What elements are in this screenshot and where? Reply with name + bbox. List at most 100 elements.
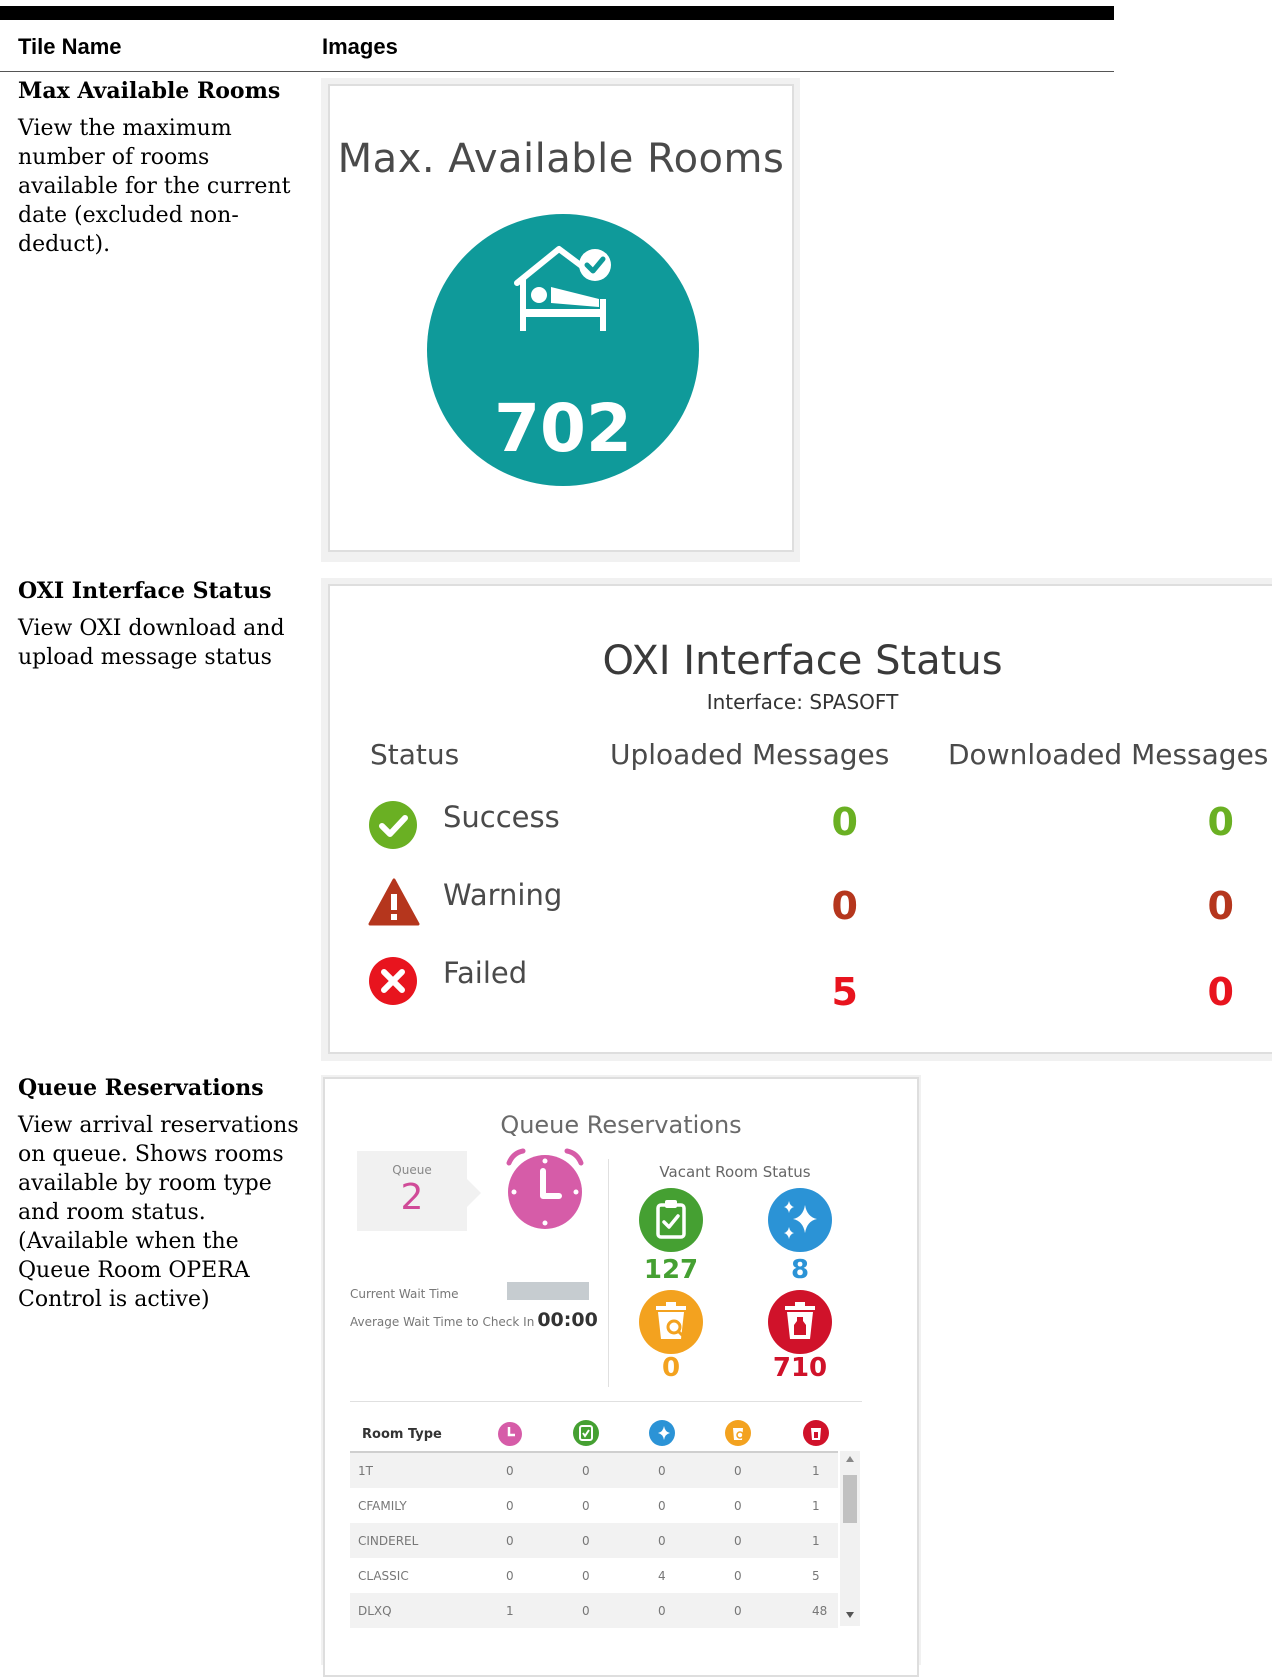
vacant-clean-count: 127 bbox=[643, 1255, 699, 1285]
column-header-images: Images bbox=[322, 34, 398, 59]
average-wait-value: 00:00 bbox=[537, 1309, 598, 1331]
current-wait-bar bbox=[507, 1282, 589, 1300]
clean-cell: 0 bbox=[582, 1569, 590, 1583]
max-rooms-value: 702 bbox=[494, 390, 632, 467]
x-circle-icon bbox=[369, 957, 417, 1005]
average-wait-label: Average Wait Time to Check In bbox=[350, 1315, 535, 1329]
queue-cell: 0 bbox=[506, 1569, 514, 1583]
success-downloaded-count: 0 bbox=[1207, 800, 1234, 844]
dirty-cell: 0 bbox=[734, 1499, 742, 1513]
column-header-tile-name: Tile Name bbox=[18, 34, 122, 59]
trash-bottle-icon bbox=[803, 1420, 829, 1446]
inspected-cell: 0 bbox=[658, 1534, 666, 1548]
average-wait-row: Average Wait Time to Check In 00:00 bbox=[350, 1309, 598, 1331]
section-rule bbox=[350, 1401, 862, 1402]
current-wait-label: Current Wait Time bbox=[350, 1287, 459, 1301]
room-type-cell: CINDEREL bbox=[358, 1534, 419, 1548]
inspected-cell: 0 bbox=[658, 1499, 666, 1513]
success-uploaded-count: 0 bbox=[831, 800, 858, 844]
table-row[interactable]: CINDEREL 0 0 0 0 1 bbox=[350, 1523, 838, 1558]
interface-label: Interface: SPASOFT bbox=[706, 690, 899, 714]
queue-bubble-arrow bbox=[467, 1179, 481, 1207]
vacant-pickup-count: 710 bbox=[772, 1353, 828, 1383]
trash-bottle-icon bbox=[768, 1290, 832, 1354]
status-failed-label: Failed bbox=[443, 956, 528, 990]
max-rooms-tile: Max. Available Rooms 702 bbox=[328, 84, 794, 552]
table-row[interactable]: 1T 0 0 0 0 1 bbox=[350, 1453, 838, 1488]
tile-description: View the maximum number of rooms availab… bbox=[18, 116, 291, 257]
tile-title: Queue Reservations bbox=[500, 1111, 742, 1139]
pickup-cell: 1 bbox=[812, 1534, 820, 1548]
failed-uploaded-count: 5 bbox=[831, 970, 858, 1014]
room-type-header: Room Type bbox=[362, 1427, 442, 1442]
scrollbar-thumb[interactable] bbox=[843, 1475, 857, 1523]
clean-cell: 0 bbox=[582, 1499, 590, 1513]
column-downloaded-messages: Downloaded Messages bbox=[948, 738, 1269, 771]
failed-downloaded-count: 0 bbox=[1207, 970, 1234, 1014]
room-type-cell: DLXQ bbox=[358, 1604, 392, 1618]
tile-frame: Queue Reservations Queue 2 Current Wait … bbox=[321, 1075, 921, 1677]
tile-title: Max. Available Rooms bbox=[337, 136, 785, 182]
alarm-clock-icon bbox=[506, 1148, 584, 1229]
clipboard-check-icon bbox=[573, 1420, 599, 1446]
queue-cell: 1 bbox=[506, 1604, 514, 1618]
column-uploaded-messages: Uploaded Messages bbox=[610, 738, 890, 771]
vacant-dirty-count: 0 bbox=[661, 1353, 681, 1383]
bed-check-icon bbox=[514, 246, 611, 331]
section-divider bbox=[608, 1159, 609, 1387]
pickup-cell: 48 bbox=[812, 1604, 828, 1618]
inspected-cell: 0 bbox=[658, 1464, 666, 1478]
queue-cell: 0 bbox=[506, 1464, 514, 1478]
pickup-cell: 5 bbox=[812, 1569, 820, 1583]
queue-reservations-tile: Queue Reservations Queue 2 Current Wait … bbox=[323, 1077, 919, 1677]
scroll-up-icon[interactable] bbox=[845, 1455, 855, 1463]
tile-frame: OXI Interface Status Interface: SPASOFT … bbox=[321, 578, 1272, 1061]
warning-downloaded-count: 0 bbox=[1207, 884, 1234, 928]
table-row[interactable]: CFAMILY 0 0 0 0 1 bbox=[350, 1488, 838, 1523]
room-type-cell: CLASSIC bbox=[358, 1569, 409, 1583]
trash-search-icon bbox=[725, 1420, 751, 1446]
table-scrollbar[interactable] bbox=[840, 1451, 860, 1626]
clock-icon bbox=[498, 1422, 522, 1446]
status-success-label: Success bbox=[443, 800, 560, 834]
room-type-cell: 1T bbox=[358, 1464, 373, 1478]
status-warning-label: Warning bbox=[443, 878, 563, 912]
dirty-cell: 0 bbox=[734, 1604, 742, 1618]
inspected-cell: 4 bbox=[658, 1569, 666, 1583]
pickup-cell: 1 bbox=[812, 1464, 820, 1478]
warning-triangle-icon bbox=[368, 878, 420, 926]
tile-name-max-available-rooms: Max Available Rooms bbox=[18, 78, 281, 104]
tile-description: View arrival reservations on queue. Show… bbox=[18, 1113, 299, 1312]
inspected-cell: 0 bbox=[658, 1604, 666, 1618]
dirty-cell: 0 bbox=[734, 1534, 742, 1548]
column-status: Status bbox=[370, 738, 460, 771]
clean-cell: 0 bbox=[582, 1534, 590, 1548]
dirty-cell: 0 bbox=[734, 1464, 742, 1478]
clean-cell: 0 bbox=[582, 1604, 590, 1618]
tile-name-queue-reservations: Queue Reservations bbox=[18, 1075, 264, 1101]
clean-cell: 0 bbox=[582, 1464, 590, 1478]
table-row[interactable]: DLXQ 1 0 0 0 48 bbox=[350, 1593, 838, 1628]
queue-cell: 0 bbox=[506, 1499, 514, 1513]
dirty-cell: 0 bbox=[734, 1569, 742, 1583]
queue-label: Queue bbox=[392, 1163, 432, 1177]
rooms-circle: 702 bbox=[427, 214, 699, 486]
trash-search-icon bbox=[639, 1290, 703, 1354]
oxi-status-tile: OXI Interface Status Interface: SPASOFT … bbox=[328, 584, 1272, 1054]
vacant-inspected-count: 8 bbox=[790, 1255, 810, 1285]
table-row[interactable]: CLASSIC 0 0 4 0 5 bbox=[350, 1558, 838, 1593]
sparkle-icon bbox=[768, 1188, 832, 1252]
scroll-down-icon[interactable] bbox=[845, 1611, 855, 1619]
table-header: Room Type bbox=[350, 1415, 838, 1453]
tile-name-oxi-interface-status: OXI Interface Status bbox=[18, 578, 272, 604]
check-circle-icon bbox=[369, 801, 417, 849]
tile-title: OXI Interface Status bbox=[602, 638, 1003, 684]
warning-uploaded-count: 0 bbox=[831, 884, 858, 928]
vacant-room-status-title: Vacant Room Status bbox=[659, 1163, 811, 1181]
clipboard-check-icon bbox=[639, 1188, 703, 1252]
table-top-rule bbox=[0, 6, 1114, 20]
tile-frame: Max. Available Rooms 702 bbox=[321, 78, 800, 562]
sparkle-icon bbox=[649, 1420, 675, 1446]
header-rule bbox=[0, 71, 1114, 72]
queue-count: 2 bbox=[400, 1177, 424, 1218]
